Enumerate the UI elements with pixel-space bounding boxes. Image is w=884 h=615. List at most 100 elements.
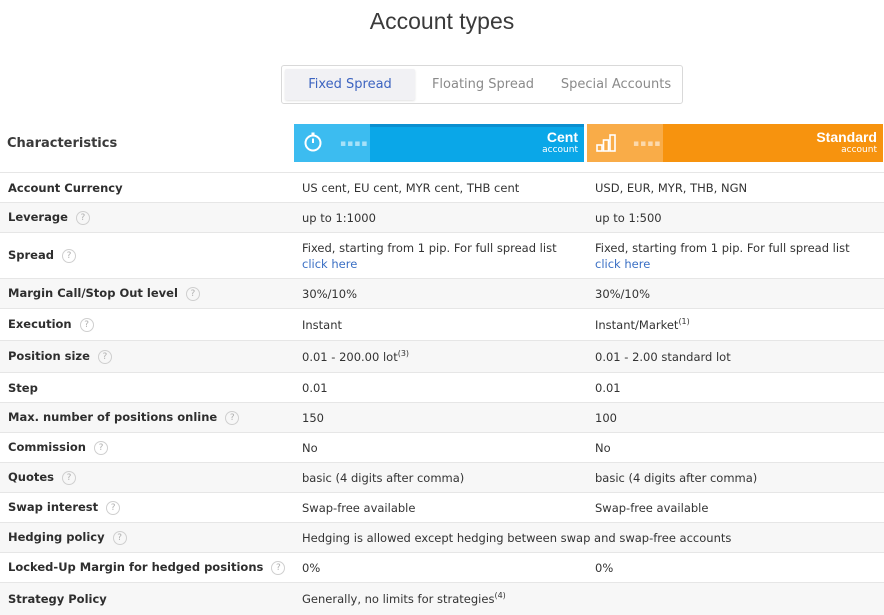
row-label: Spread? [0, 232, 294, 279]
row-label: Step [0, 372, 294, 403]
cent-value-cell: 0.01 - 200.00 lot(3) [294, 340, 587, 373]
table-row: Account Currency US cent, EU cent, MYR ce… [0, 172, 884, 203]
cell-value: Instant/Market [595, 317, 679, 332]
footnote-marker[interactable]: (4) [494, 591, 505, 600]
table-row: Position size? 0.01 - 200.00 lot(3) 0.01 -… [0, 340, 884, 373]
row-label: Margin Call/Stop Out level? [0, 278, 294, 309]
standard-value-cell: Fixed, starting from 1 pip. For full spr… [587, 232, 884, 279]
footnote-marker[interactable]: (1) [678, 317, 689, 326]
cell-value: 150 [302, 410, 324, 425]
table-row: Locked-Up Margin for hedged positions? 0%… [0, 552, 884, 583]
cell-value: 0% [595, 560, 614, 575]
row-label-text: Spread [8, 248, 54, 263]
row-label: Quotes? [0, 462, 294, 493]
tab-special-accounts[interactable]: Special Accounts [551, 66, 681, 103]
cell-value: 30%/10% [302, 286, 357, 301]
table-row: Swap interest? Swap-free available Swap-fr… [0, 492, 884, 523]
cell-value: Fixed, starting from 1 pip. For full spr… [595, 240, 850, 255]
characteristics-heading: Characteristics [7, 136, 118, 151]
cell-value: 0.01 [595, 380, 621, 395]
row-label-text: Max. number of positions online [8, 410, 218, 425]
table-row: Max. number of positions online? 150 100 [0, 402, 884, 433]
row-label-text: Commission [8, 440, 86, 455]
row-label: Execution? [0, 308, 294, 341]
cell-value: 0.01 [302, 380, 328, 395]
cell-value: US cent, EU cent, MYR cent, THB cent [302, 180, 520, 195]
standard-value-cell: No [587, 432, 884, 463]
row-label-text: Execution [8, 317, 72, 332]
footnote-marker[interactable]: (3) [398, 349, 409, 358]
help-icon[interactable]: ? [79, 317, 94, 332]
cent-value-cell: Instant [294, 308, 587, 341]
cent-value-cell: basic (4 digits after comma) [294, 462, 587, 493]
cent-value-cell: Swap-free available [294, 492, 587, 523]
cent-value-cell: 0.01 [294, 372, 587, 403]
cell-value: 0.01 - 200.00 lot [302, 349, 398, 364]
row-label: Commission? [0, 432, 294, 463]
account-type-tabs: Fixed Spread Floating Spread Special Acc… [281, 65, 683, 104]
table-row: Strategy Policy Generally, no limits for … [0, 582, 884, 615]
cell-value: Swap-free available [302, 500, 416, 515]
cent-value-cell: US cent, EU cent, MYR cent, THB cent [294, 172, 587, 203]
decorative-dots-icon: ▪▪▪▪ [340, 139, 369, 149]
cell-value: basic (4 digits after comma) [302, 470, 465, 485]
account-subtitle: account [841, 145, 877, 155]
standard-value-cell: 30%/10% [587, 278, 884, 309]
help-icon[interactable]: ? [93, 440, 108, 455]
row-label: Swap interest? [0, 492, 294, 523]
help-icon[interactable]: ? [61, 248, 76, 263]
tab-floating-spread[interactable]: Floating Spread [415, 66, 551, 103]
row-label: Max. number of positions online? [0, 402, 294, 433]
row-label: Leverage? [0, 202, 294, 233]
cent-value-cell: 0% [294, 552, 587, 583]
cell-value: 0.01 - 2.00 standard lot [595, 349, 731, 364]
tab-fixed-spread[interactable]: Fixed Spread [285, 69, 415, 100]
row-label-text: Swap interest [8, 500, 99, 515]
cell-value: No [595, 440, 611, 455]
account-name: Cent [546, 129, 578, 145]
standard-value-cell: 0.01 - 2.00 standard lot [587, 340, 884, 373]
cell-value: No [302, 440, 318, 455]
help-icon[interactable]: ? [185, 286, 200, 301]
cent-value-cell: 30%/10% [294, 278, 587, 309]
cell-value: Instant [302, 317, 343, 332]
standard-value-cell: Instant/Market(1) [587, 308, 884, 341]
help-icon[interactable]: ? [225, 410, 240, 425]
cell-value: 30%/10% [595, 286, 650, 301]
stopwatch-icon [304, 132, 322, 152]
help-icon[interactable]: ? [62, 470, 77, 485]
row-label-text: Quotes [8, 470, 55, 485]
page-title: Account types [369, 8, 515, 34]
cent-value-cell: up to 1:1000 [294, 202, 587, 233]
help-icon[interactable]: ? [97, 349, 112, 364]
standard-value-cell: 100 [587, 402, 884, 433]
row-label-text: Position size [8, 349, 90, 364]
decorative-dots-icon: ▪▪▪▪ [633, 139, 662, 149]
row-label-text: Hedging policy [8, 530, 105, 545]
cell-value: Generally, no limits for strategies [302, 592, 495, 607]
row-label: Locked-Up Margin for hedged positions? [0, 552, 294, 583]
table-row: Hedging policy? Hedging is allowed except… [0, 522, 884, 553]
row-label-text: Step [8, 380, 38, 395]
table-row: Step 0.01 0.01 [0, 372, 884, 403]
table-row: Margin Call/Stop Out level? 30%/10% 30%/10… [0, 278, 884, 309]
help-icon[interactable]: ? [112, 530, 127, 545]
cent-value-cell: Fixed, starting from 1 pip. For full spr… [294, 232, 587, 279]
cell-value: 100 [595, 410, 617, 425]
row-label-text: Strategy Policy [8, 591, 107, 606]
standard-account-header: ▪▪▪▪ Standard account [587, 124, 883, 162]
table-row: Leverage? up to 1:1000 up to 1:500 [0, 202, 884, 233]
table-row: Commission? No No [0, 432, 884, 463]
help-icon[interactable]: ? [271, 560, 286, 575]
help-icon[interactable]: ? [106, 500, 121, 515]
merged-value-cell: Generally, no limits for strategies(4) [294, 582, 884, 615]
row-label: Position size? [0, 340, 294, 373]
spread-list-link[interactable]: click here [595, 257, 884, 271]
spread-list-link[interactable]: click here [302, 257, 587, 271]
help-icon[interactable]: ? [75, 210, 90, 225]
table-row: Spread? Fixed, starting from 1 pip. For f… [0, 232, 884, 279]
cell-value: USD, EUR, MYR, THB, NGN [595, 180, 748, 195]
account-subtitle: account [542, 145, 578, 155]
cell-value: basic (4 digits after comma) [595, 470, 758, 485]
row-label: Account Currency [0, 172, 294, 203]
